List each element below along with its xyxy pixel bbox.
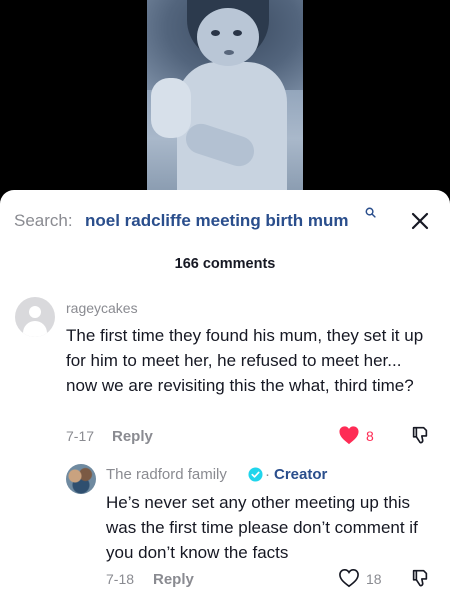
search-query-link[interactable]: noel radcliffe meeting birth mum [85, 211, 349, 231]
verified-badge-icon [248, 467, 263, 482]
video-player[interactable] [0, 0, 450, 200]
search-label: Search: [14, 211, 73, 230]
like-count: 18 [366, 571, 382, 587]
reply-date: 7-18 [106, 571, 135, 587]
creator-avatar[interactable] [66, 464, 96, 494]
heart-icon[interactable] [338, 568, 360, 588]
thumbs-down-icon[interactable] [410, 568, 430, 588]
reply-text: He’s never set any other meeting up this… [106, 493, 418, 562]
close-icon[interactable] [407, 208, 433, 234]
creator-badge: Creator [274, 466, 328, 483]
search-icon [365, 207, 376, 218]
separator-dot: · [265, 466, 270, 483]
like-count: 8 [366, 428, 374, 444]
comment-date: 7-17 [66, 428, 95, 444]
comment-text: The first time they found his mum, they … [66, 326, 424, 395]
search-suggestion-row[interactable]: Search: noel radcliffe meeting birth mum [14, 207, 436, 234]
avatar[interactable] [15, 297, 55, 337]
comment-count: 166 comments [174, 256, 276, 272]
reply-username[interactable]: The radford family [106, 466, 227, 483]
comments-sheet: Search: noel radcliffe meeting birth mum… [0, 190, 450, 600]
baby-photo-image [147, 0, 303, 198]
heart-icon[interactable] [338, 425, 360, 445]
thumbs-down-icon[interactable] [410, 425, 430, 445]
comment-username[interactable]: rageycakes [66, 300, 138, 316]
reply-button[interactable]: Reply [112, 428, 153, 445]
reply-button[interactable]: Reply [153, 571, 194, 588]
